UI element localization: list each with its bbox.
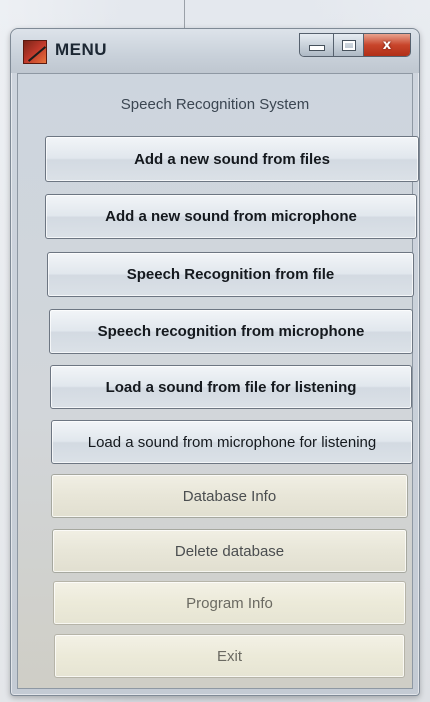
add-sound-from-microphone-button[interactable]: Add a new sound from microphone [45,194,417,239]
speech-recognition-from-file-button[interactable]: Speech Recognition from file [47,252,414,297]
load-sound-from-file-button[interactable]: Load a sound from file for listening [50,365,412,409]
delete-database-button[interactable]: Delete database [52,529,407,573]
program-info-button[interactable]: Program Info [53,581,406,625]
minimize-button[interactable] [300,34,334,56]
close-icon: x [382,37,392,53]
menu-panel: Speech Recognition System Add a new soun… [17,73,419,689]
load-sound-from-microphone-button[interactable]: Load a sound from microphone for listeni… [51,420,413,464]
window-controls: x [299,33,411,57]
title-bar[interactable]: MENU x [11,29,419,73]
exit-button[interactable]: Exit [54,634,405,678]
backdrop-divider [184,0,185,30]
maximize-icon [341,39,356,51]
close-button[interactable]: x [364,34,410,56]
window-title: MENU [55,40,108,59]
menu-window: MENU x Speech Recognition System Add a n… [10,28,420,696]
add-sound-from-files-button[interactable]: Add a new sound from files [45,136,419,182]
app-icon [23,40,47,64]
minimize-icon [308,45,325,51]
maximize-button[interactable] [334,34,364,56]
database-info-button[interactable]: Database Info [51,474,408,518]
system-heading: Speech Recognition System [120,96,310,113]
speech-recognition-from-microphone-button[interactable]: Speech recognition from microphone [49,309,413,354]
